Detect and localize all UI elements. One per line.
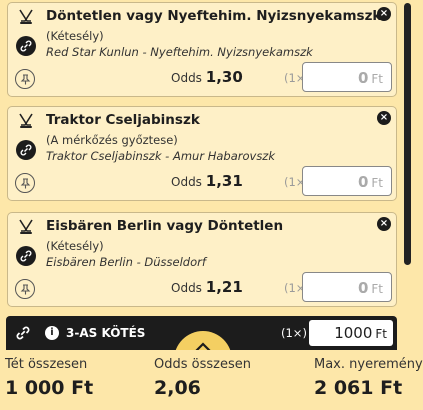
scrollbar[interactable]: [403, 0, 412, 342]
max-win-label: Max. nyeremény: [314, 357, 423, 372]
hockey-sticks-icon: [19, 219, 33, 234]
pin-icon[interactable]: [15, 69, 35, 89]
total-odds-label: Odds összesen: [154, 357, 251, 372]
bet-odds: Odds 1,21: [171, 278, 243, 296]
system-bet-label: 3-AS KÖTÉS: [66, 326, 146, 340]
max-win-value: 2 061 Ft: [314, 377, 403, 399]
odds-value: 1,31: [205, 172, 243, 190]
odds-value: 1,21: [205, 278, 243, 296]
summary-footer: Tét összesen 1 000 Ft Odds összesen 2,06…: [0, 350, 423, 410]
system-stake-value: 1000: [334, 324, 373, 342]
link-icon[interactable]: [16, 246, 36, 266]
bet-card: × Eisbären Berlin vagy Döntetlen (Kétesé…: [7, 212, 397, 307]
info-icon[interactable]: i: [45, 326, 59, 340]
bet-side-panel: [8, 3, 44, 96]
link-icon[interactable]: [16, 140, 36, 160]
bet-odds: Odds 1,31: [171, 172, 243, 190]
stake-input[interactable]: 0 Ft: [302, 166, 392, 196]
currency-label: Ft: [371, 282, 383, 296]
close-icon[interactable]: ×: [377, 111, 391, 125]
odds-label: Odds: [171, 175, 202, 189]
bet-card: × Döntetlen vagy Nyeftehim. Nyizsnyekams…: [7, 2, 397, 97]
bet-side-panel: [8, 107, 44, 200]
pin-icon[interactable]: [15, 279, 35, 299]
bet-odds: Odds 1,30: [171, 68, 243, 86]
odds-label: Odds: [171, 71, 202, 85]
bet-market: (Kétesély): [46, 239, 104, 253]
bet-side-panel: [8, 213, 44, 306]
link-icon: [16, 326, 30, 344]
stake-value: 0: [357, 279, 369, 297]
bet-card: × Traktor Cseljabinszk (A mérkőzés győzt…: [7, 106, 397, 201]
total-odds-value: 2,06: [154, 377, 201, 399]
bet-title: Traktor Cseljabinszk: [46, 112, 200, 128]
bet-market: (Kétesély): [46, 29, 104, 43]
stake-value: 0: [357, 69, 369, 87]
total-stake-value: 1 000 Ft: [5, 377, 94, 399]
system-stake-input[interactable]: 1000 Ft: [309, 320, 393, 346]
stake-input[interactable]: 0 Ft: [302, 62, 392, 92]
stake-value: 0: [357, 173, 369, 191]
stake-input[interactable]: 0 Ft: [302, 272, 392, 302]
total-stake-label: Tét összesen: [5, 357, 88, 372]
bet-market: (A mérkőzés győztese): [46, 133, 178, 147]
hockey-sticks-icon: [19, 113, 33, 128]
currency-label: Ft: [371, 72, 383, 86]
currency-label: Ft: [371, 176, 383, 190]
bet-match: Eisbären Berlin - Düsseldorf: [46, 255, 206, 269]
bet-title: Döntetlen vagy Nyeftehim. Nyizsnyekamszk: [46, 8, 382, 24]
system-multiplier: (1×): [281, 326, 307, 340]
odds-label: Odds: [171, 281, 202, 295]
odds-value: 1,30: [205, 68, 243, 86]
scrollbar-thumb[interactable]: [404, 3, 411, 265]
betslip-list[interactable]: × Döntetlen vagy Nyeftehim. Nyizsnyekams…: [0, 0, 401, 342]
bet-title: Eisbären Berlin vagy Döntetlen: [46, 218, 284, 234]
pin-icon[interactable]: [15, 173, 35, 193]
bet-match: Traktor Cseljabinszk - Amur Habarovszk: [46, 149, 276, 163]
close-icon[interactable]: ×: [377, 217, 391, 231]
hockey-sticks-icon: [19, 9, 33, 24]
bet-match: Red Star Kunlun - Nyeftehim. Nyizsnyekam…: [46, 45, 313, 59]
link-icon[interactable]: [16, 36, 36, 56]
currency-label: Ft: [375, 327, 387, 341]
